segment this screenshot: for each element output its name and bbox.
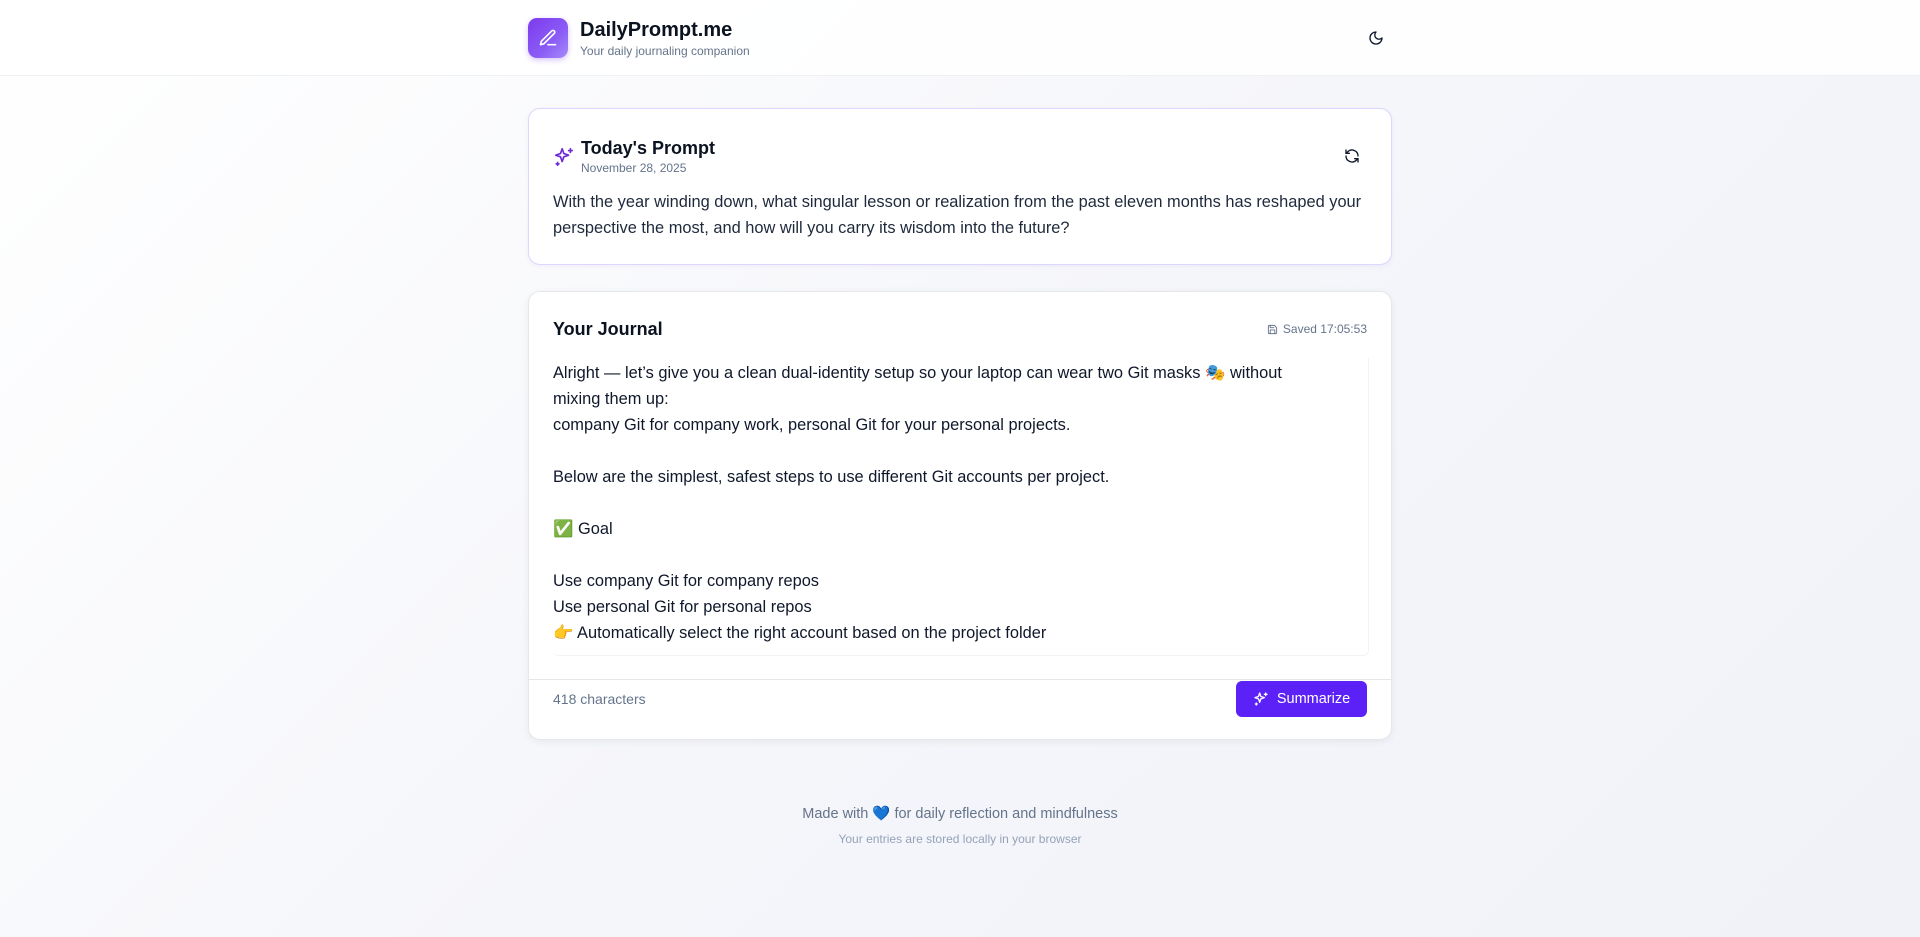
journal-line: 👉 Automatically select the right account… bbox=[553, 624, 1047, 642]
journal-line: company Git for company work, personal G… bbox=[553, 416, 1071, 434]
journal-line: Alright — let’s give you a clean dual-id… bbox=[553, 364, 1282, 382]
journal-card: Your Journal Saved 17:05:53 Alright — le… bbox=[528, 291, 1392, 740]
journal-line: ✅ Goal bbox=[553, 520, 613, 538]
brand-text: DailyPrompt.me Your daily journaling com… bbox=[580, 18, 750, 58]
journal-title: Your Journal bbox=[553, 319, 663, 339]
pencil-icon bbox=[528, 18, 568, 58]
prompt-card: Today's Prompt November 28, 2025 With th… bbox=[528, 108, 1392, 265]
prompt-text: With the year winding down, what singula… bbox=[553, 193, 1362, 237]
journal-line: Use company Git for company repos bbox=[553, 572, 820, 590]
prompt-title: Today's Prompt bbox=[581, 138, 715, 158]
save-icon bbox=[1267, 324, 1278, 334]
page-footer: Made with 💙 for daily reflection and min… bbox=[528, 804, 1392, 847]
prompt-header: Today's Prompt November 28, 2025 bbox=[553, 137, 715, 176]
footer-tagline: Made with 💙 for daily reflection and min… bbox=[802, 806, 1118, 822]
theme-toggle-button[interactable] bbox=[1360, 22, 1392, 54]
journal-footer: 418 characters Summarize bbox=[529, 679, 1391, 739]
app-title: DailyPrompt.me bbox=[580, 19, 733, 41]
refresh-icon bbox=[1345, 149, 1359, 163]
journal-line bbox=[553, 438, 1368, 464]
journal-line: Use personal Git for personal repos bbox=[553, 598, 812, 616]
journal-line bbox=[553, 542, 1368, 568]
saved-timestamp: Saved 17:05:53 bbox=[1282, 322, 1367, 336]
journal-line: mixing them up: bbox=[553, 390, 669, 408]
summarize-label: Summarize bbox=[1276, 691, 1351, 707]
refresh-prompt-button[interactable] bbox=[1339, 143, 1365, 169]
sparkles-icon bbox=[1254, 692, 1268, 706]
journal-line bbox=[553, 490, 1368, 516]
sparkles-icon bbox=[554, 147, 574, 166]
summarize-button[interactable]: Summarize bbox=[1236, 681, 1367, 717]
header-inner: DailyPrompt.me Your daily journaling com… bbox=[528, 17, 1392, 59]
character-count: 418 characters bbox=[553, 691, 646, 707]
moon-icon bbox=[1369, 31, 1383, 45]
app-subtitle: Your daily journaling companion bbox=[580, 44, 750, 58]
journal-line: Below are the simplest, safest steps to … bbox=[553, 468, 1110, 486]
journal-textarea[interactable]: Alright — let’s give you a clean dual-id… bbox=[553, 358, 1369, 656]
save-status: Saved 17:05:53 bbox=[1267, 322, 1367, 336]
prompt-header-text: Today's Prompt November 28, 2025 bbox=[581, 137, 715, 176]
app-header: DailyPrompt.me Your daily journaling com… bbox=[0, 0, 1920, 76]
prompt-date: November 28, 2025 bbox=[581, 161, 687, 175]
footer-storage-note: Your entries are stored locally in your … bbox=[838, 832, 1082, 846]
brand[interactable]: DailyPrompt.me Your daily journaling com… bbox=[528, 18, 750, 58]
